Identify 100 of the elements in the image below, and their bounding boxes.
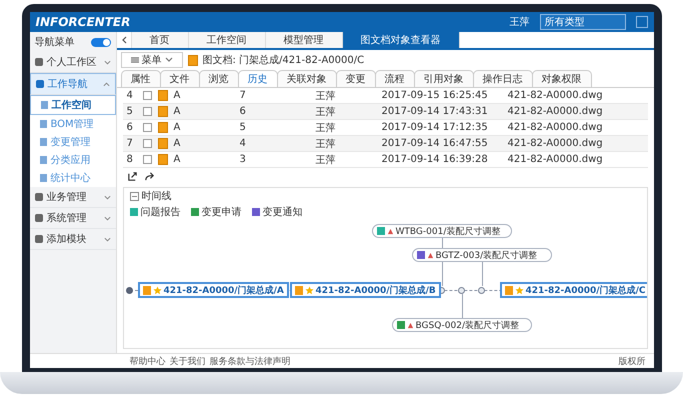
version-node[interactable]: 421-82-A0000/门架总成/B [290,282,441,298]
table-cell-text: 王萍 [316,138,336,150]
nav-subitem[interactable]: 工作空间 [30,95,116,115]
event-node[interactable]: BGSQ-002/装配尺寸调整 [392,318,532,332]
event-node[interactable]: BGTZ-003/装配尺寸调整 [412,248,552,262]
version-node[interactable]: 421-82-A0000/门架总成/A [138,282,289,298]
table-cell-text: A [174,106,182,117]
tab[interactable]: 图文档对象查看器 [342,32,460,48]
sub-tab[interactable]: 浏览 [198,70,238,87]
start-dot [126,287,132,294]
document-icon [158,106,168,117]
sub-tab[interactable]: 引用对象 [414,70,474,87]
type-select[interactable]: 所有类型 [540,14,626,30]
table-cell-text: 2017-09-14 16:39:28 [382,154,489,165]
nav-item[interactable]: 业务管理 [30,187,116,208]
legend-label: 变更申请 [202,206,242,219]
document-icon [158,154,168,165]
table-cell-text: 5 [240,122,247,133]
chevron-icon [104,216,110,220]
chevron-icon [104,194,110,200]
tab[interactable]: 模型管理 [266,32,342,48]
sub-tab[interactable]: 流程 [374,70,414,87]
table-cell-text: 6 [126,122,134,133]
row-checkbox[interactable] [142,123,152,132]
document-icon [504,286,512,294]
legend-label: 变更通知 [262,206,302,219]
table-cell-text: 7 [240,90,247,101]
junction-node [478,287,484,294]
footer-link[interactable]: 帮助中心 [130,354,166,368]
table-cell-text: 王萍 [316,122,336,134]
sub-tab[interactable]: 变更 [336,70,376,87]
table-cell-text: 王萍 [316,90,336,102]
tab[interactable]: 首页 [132,32,188,48]
table-cell-text: 2017-09-14 17:43:31 [382,106,489,117]
logo: INFORCENTER [36,15,132,29]
share-icon[interactable] [144,171,154,182]
version-node[interactable]: 421-82-A0000/门架总成/C [500,282,646,298]
table-cell-text: 4 [126,90,134,101]
sub-tab[interactable]: 关联对象 [276,70,336,87]
star-icon [514,286,524,294]
document-icon [158,122,168,133]
document-icon [158,138,168,149]
row-checkbox[interactable] [142,91,152,100]
sub-tab[interactable]: 对象权限 [532,70,592,87]
star-icon [304,286,314,294]
timeline-title: 时间线 [142,190,172,203]
nav-toggle[interactable] [90,38,110,46]
table-cell-text: 3 [240,154,247,165]
footer-link[interactable]: 服务条款与法律声明 [210,354,290,368]
event-node[interactable]: WTBG-001/装配尺寸调整 [372,224,512,238]
chevron-icon [102,82,110,86]
table-cell-text: 王萍 [316,106,336,118]
nav-item[interactable]: 系统管理 [30,208,116,229]
table-cell: 421-82-A0000.dwg [508,106,603,117]
table-cell-text: 2017-09-14 16:47:55 [382,138,489,149]
table-cell-text: 王萍 [316,154,336,166]
caret-icon [164,57,172,63]
table-cell-text: 5 [126,106,134,117]
document-icon [294,286,302,294]
triangle-icon [406,322,414,328]
table-cell-text: 2017-09-15 16:25:45 [382,90,489,101]
table-cell-text: 6 [240,106,247,117]
table-cell-text: 4 [240,138,247,149]
menu-dropdown[interactable]: 菜单 [120,52,182,68]
sub-tab[interactable]: 文件 [160,70,200,87]
sub-tab[interactable]: 属性 [120,70,160,87]
table-cell-text: A [174,90,182,101]
table-cell-text: A [174,154,182,165]
table-cell-text: A [174,122,182,133]
table-cell-text: 7 [126,138,134,149]
user-name[interactable]: 王萍 [510,15,530,29]
table-cell: 421-82-A0000.dwg [508,154,603,165]
tab[interactable]: 工作空间 [188,32,266,48]
row-checkbox[interactable] [142,107,152,116]
nav-title: 导航菜单 [34,36,74,49]
star-icon [152,286,162,294]
junction-node [458,287,464,294]
menu-icon [130,57,138,63]
footer-link[interactable]: 关于我们 [170,354,206,368]
row-checkbox[interactable] [142,139,152,148]
table-cell-text: 8 [126,154,134,165]
table-cell-text: 2017-09-14 17:12:35 [382,122,489,133]
nav-item[interactable]: 工作导航 [30,73,116,95]
table-cell: 421-82-A0000.dwg [508,122,603,133]
row-checkbox[interactable] [142,155,152,164]
triangle-icon [386,228,394,234]
collapse-icon[interactable] [130,192,138,200]
document-icon [142,286,150,294]
table-cell-text: A [174,138,182,149]
chevron-icon [104,236,110,242]
document-title: 图文档: 门架总成/421-82-A0000/C [202,54,364,67]
table-cell: 421-82-A0000.dwg [508,138,603,149]
legend-label: 问题报告 [140,206,180,219]
chevron-icon [104,60,110,64]
sub-tab[interactable]: 操作日志 [472,70,532,87]
document-icon [158,90,168,101]
nav-item[interactable]: 添加模块 [30,229,116,250]
export-icon[interactable] [126,171,138,182]
copyright-text: 版权所 [618,356,646,368]
back-icon [120,36,126,44]
